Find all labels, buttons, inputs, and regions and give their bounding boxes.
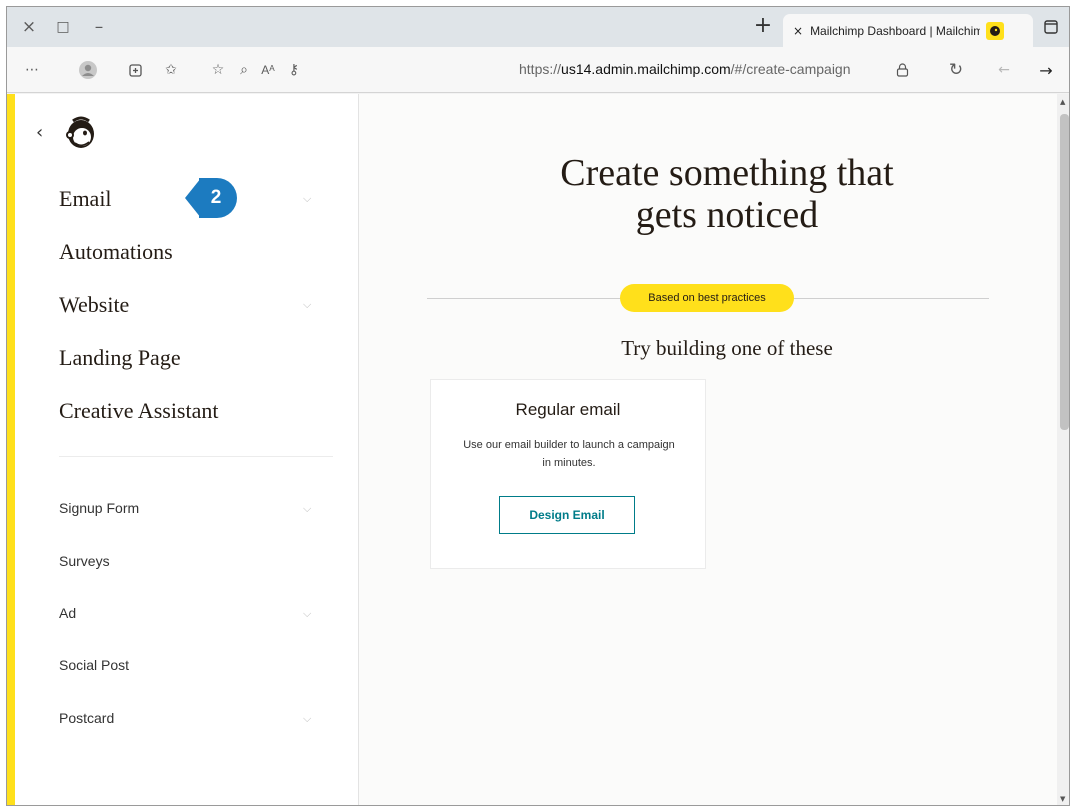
tab-mailchimp[interactable]: × Mailchimp Dashboard | Mailchimp bbox=[783, 14, 1033, 47]
close-window-icon[interactable]: × bbox=[17, 15, 41, 39]
chevron-down-icon[interactable]: ⌵ bbox=[303, 192, 313, 205]
nav-signup-form[interactable]: Signup Form bbox=[59, 500, 139, 516]
step-callout-badge: 2 bbox=[185, 178, 237, 218]
title-bar: × □ – + × Mailchimp Dashboard | Mailchim… bbox=[7, 7, 1069, 47]
nav-creative-assistant[interactable]: Creative Assistant bbox=[59, 398, 218, 424]
create-sidebar: ‹ Email ⌵ Automations Website ⌵ Landing … bbox=[15, 94, 359, 805]
collections-icon[interactable] bbox=[125, 59, 147, 81]
forward-icon[interactable]: → bbox=[1035, 59, 1057, 81]
new-tab-button[interactable]: + bbox=[751, 13, 775, 38]
tab-actions-icon[interactable] bbox=[1039, 15, 1063, 39]
lock-icon[interactable] bbox=[891, 59, 913, 81]
chevron-down-icon[interactable]: ⌵ bbox=[303, 607, 313, 620]
try-building-text: Try building one of these bbox=[621, 336, 833, 360]
heading-line-2: gets noticed bbox=[635, 194, 819, 236]
card-description: Use our email builder to launch a campai… bbox=[463, 439, 675, 469]
nav-website[interactable]: Website bbox=[59, 292, 129, 318]
add-favorite-icon[interactable]: ☆ bbox=[207, 59, 229, 81]
sidebar-divider bbox=[59, 456, 333, 457]
nav-social-post[interactable]: Social Post bbox=[59, 657, 129, 673]
chevron-down-icon[interactable]: ⌵ bbox=[303, 298, 313, 311]
scrollbar-thumb[interactable] bbox=[1060, 114, 1069, 430]
regular-email-card[interactable]: Regular email Use our email builder to l… bbox=[430, 379, 706, 569]
profile-icon[interactable] bbox=[77, 59, 99, 81]
scroll-up-icon[interactable]: ▲ bbox=[1060, 98, 1068, 106]
page-heading: Create something that gets noticed bbox=[427, 152, 1027, 236]
yellow-edge bbox=[7, 94, 15, 805]
heading-line-1: Create something that bbox=[560, 152, 894, 194]
zoom-icon[interactable]: ⌕ bbox=[233, 59, 255, 81]
url-text[interactable]: https://us14.admin.mailchimp.com/#/creat… bbox=[519, 61, 851, 77]
mailchimp-favicon-icon bbox=[986, 21, 1005, 40]
key-icon[interactable]: ⚷ bbox=[283, 59, 305, 81]
minimize-window-icon[interactable]: – bbox=[87, 15, 111, 39]
more-icon[interactable]: ⋯ bbox=[21, 59, 43, 81]
nav-landing-page[interactable]: Landing Page bbox=[59, 345, 181, 371]
read-aloud-icon[interactable]: Aᴬ bbox=[257, 59, 279, 81]
nav-surveys[interactable]: Surveys bbox=[59, 553, 110, 569]
mailchimp-logo-icon bbox=[61, 112, 101, 152]
page-scrollbar[interactable]: ▲ ▼ bbox=[1057, 94, 1069, 805]
nav-email[interactable]: Email bbox=[59, 186, 112, 212]
restore-window-icon[interactable]: □ bbox=[51, 15, 75, 39]
nav-postcard[interactable]: Postcard bbox=[59, 710, 114, 726]
favorites-icon[interactable]: ✩ bbox=[160, 59, 182, 81]
scroll-down-icon[interactable]: ▼ bbox=[1060, 795, 1068, 803]
chevron-down-icon[interactable]: ⌵ bbox=[303, 502, 313, 515]
nav-ad[interactable]: Ad bbox=[59, 605, 76, 621]
refresh-icon[interactable]: ↻ bbox=[945, 59, 967, 81]
design-email-button[interactable]: Design Email bbox=[499, 496, 635, 534]
card-title: Regular email bbox=[515, 400, 621, 419]
back-icon[interactable]: ← bbox=[993, 59, 1015, 81]
tab-title: Mailchimp Dashboard | Mailchimp bbox=[810, 23, 981, 38]
back-chevron-icon[interactable]: ‹ bbox=[36, 122, 43, 143]
chevron-down-icon[interactable]: ⌵ bbox=[303, 712, 313, 725]
step-number: 2 bbox=[199, 178, 237, 218]
best-practices-pill: Based on best practices bbox=[620, 284, 794, 312]
nav-automations[interactable]: Automations bbox=[59, 239, 173, 265]
page-content: ‹ Email ⌵ Automations Website ⌵ Landing … bbox=[7, 94, 1069, 805]
close-tab-icon[interactable]: × bbox=[793, 24, 803, 38]
address-bar-row: ⋯ ✩ ☆ ⌕ Aᴬ ⚷ https://us14.admin.mailchim… bbox=[7, 47, 1069, 93]
browser-window: × □ – + × Mailchimp Dashboard | Mailchim… bbox=[6, 6, 1070, 806]
